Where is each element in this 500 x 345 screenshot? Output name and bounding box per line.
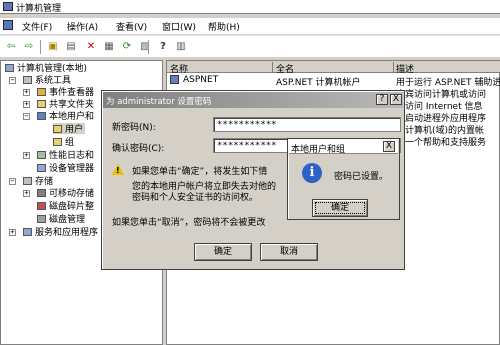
- performance-icon: [37, 150, 46, 159]
- tree-groups[interactable]: 组: [53, 136, 75, 148]
- tree-disk-management[interactable]: 磁盘管理: [37, 213, 86, 225]
- system-menu-icon[interactable]: [3, 20, 13, 30]
- tree-system-tools[interactable]: 系统工具: [23, 74, 71, 86]
- column-fullname[interactable]: 全名: [276, 62, 394, 75]
- expand-toggle[interactable]: +: [23, 190, 30, 197]
- column-description[interactable]: 描述: [396, 62, 500, 75]
- computer-management-window: 计算机管理 文件(F) 操作(A) 查看(V) 窗口(W) 帮助(H) ⇦ ⇨ …: [0, 0, 500, 345]
- confirm-password-label: 确认密码(C):: [112, 144, 165, 154]
- cancel-button[interactable]: 取消: [260, 243, 318, 261]
- set-password-dialog-title: 为 administrator 设置密码: [106, 97, 212, 107]
- menu-action[interactable]: 操作(A): [67, 20, 98, 33]
- disk-management-icon: [37, 214, 46, 223]
- export-icon[interactable]: ▧: [138, 40, 152, 53]
- expand-toggle[interactable]: +: [23, 89, 30, 96]
- tree-disk-management-label: 磁盘管理: [49, 215, 86, 225]
- menu-file[interactable]: 文件(F): [22, 20, 52, 33]
- message-box: 本地用户和组 X i 密码已设置。 确定: [287, 138, 400, 220]
- tree-users-label: 用户: [65, 125, 84, 135]
- view-icon[interactable]: ▥: [174, 40, 188, 53]
- up-icon[interactable]: ▣: [46, 40, 60, 53]
- tree-removable-storage-label: 可移动存储: [49, 189, 95, 199]
- computer-management-icon: [3, 2, 13, 11]
- message-box-titlebar: 本地用户和组 X: [289, 140, 398, 155]
- device-manager-icon: [37, 163, 46, 172]
- show-tree-icon[interactable]: ▤: [64, 40, 78, 53]
- toolbar-separator: [40, 40, 41, 54]
- column-name[interactable]: 名称: [170, 62, 273, 75]
- tree-local-users-groups-label: 本地用户和: [49, 112, 95, 122]
- new-password-label: 新密码(N):: [112, 123, 156, 133]
- menu-help[interactable]: 帮助(H): [208, 20, 240, 33]
- folder-icon: [53, 124, 62, 133]
- row-description: 是一个帮助和支持服务: [396, 138, 487, 148]
- services-icon: [23, 227, 32, 236]
- tree-root[interactable]: 计算机管理(本地): [5, 62, 87, 74]
- window-title: 计算机管理: [16, 4, 62, 14]
- collapse-toggle[interactable]: −: [9, 178, 16, 185]
- warning-text-line1: 如果您单击“确定”，将发生如下情: [132, 167, 268, 177]
- refresh-icon[interactable]: ⟳: [120, 40, 134, 53]
- message-box-title: 本地用户和组: [291, 145, 346, 155]
- new-password-field[interactable]: ***********: [213, 117, 401, 132]
- tree-shared-folders[interactable]: 共享文件夹: [37, 98, 94, 110]
- forward-icon[interactable]: ⇨: [22, 40, 36, 53]
- warning-text-line3: 密码和个人安全证书的访问权。: [132, 193, 259, 203]
- menu-window[interactable]: 窗口(W): [162, 20, 196, 33]
- tree-storage[interactable]: 存储: [23, 175, 53, 187]
- back-icon[interactable]: ⇦: [4, 40, 18, 53]
- tree-services-apps[interactable]: 服务和应用程序: [23, 226, 99, 238]
- menu-bar: 文件(F) 操作(A) 查看(V) 窗口(W) 帮助(H): [0, 18, 500, 34]
- expand-toggle[interactable]: +: [23, 152, 30, 159]
- expand-toggle[interactable]: +: [9, 229, 16, 236]
- help-icon[interactable]: ?: [156, 40, 170, 53]
- set-password-dialog-titlebar: 为 administrator 设置密码 ? X: [103, 92, 403, 108]
- collapse-toggle[interactable]: −: [23, 113, 30, 120]
- ok-button[interactable]: 确定: [194, 243, 252, 261]
- tools-icon: [23, 75, 32, 84]
- tree-users[interactable]: 用户: [53, 123, 86, 135]
- tree-perf-logs[interactable]: 性能日志和: [37, 149, 95, 161]
- toolbar: ⇦ ⇨ ▣ ▤ ✕ ▦ ⟳ ▧ ? ▥: [0, 35, 500, 57]
- message-text: 密码已设置。: [334, 172, 389, 182]
- delete-icon[interactable]: ✕: [84, 40, 98, 53]
- close-button[interactable]: X: [390, 94, 402, 105]
- event-viewer-icon: [37, 87, 46, 96]
- list-header: 名称 全名 描述: [167, 61, 500, 75]
- tree-device-manager[interactable]: 设备管理器: [37, 162, 95, 174]
- tree-groups-label: 组: [65, 138, 75, 148]
- tree-defrag-label: 磁盘碎片整: [49, 202, 95, 212]
- cancel-note: 如果您单击“取消”，密码将不会被更改: [112, 218, 266, 228]
- folder-icon: [53, 137, 62, 146]
- tree-removable-storage[interactable]: 可移动存储: [37, 187, 95, 199]
- storage-icon: [23, 176, 32, 185]
- toolbar-separator: [148, 40, 149, 54]
- menu-view[interactable]: 查看(V): [116, 20, 147, 33]
- list-row[interactable]: ASPNET ASP.NET 计算机帐户 用于运行 ASP.NET 辅助进: [167, 75, 500, 88]
- title-bar: 计算机管理: [0, 0, 500, 14]
- shared-folder-icon: [37, 99, 46, 108]
- help-button[interactable]: ?: [376, 94, 388, 105]
- tree-services-apps-label: 服务和应用程序: [35, 228, 99, 238]
- tree-defrag[interactable]: 磁盘碎片整: [37, 200, 95, 212]
- row-name: ASPNET: [183, 75, 219, 85]
- info-icon: i: [302, 163, 322, 183]
- removable-storage-icon: [37, 188, 46, 197]
- users-groups-icon: [37, 111, 46, 120]
- defrag-icon: [37, 201, 46, 210]
- computer-icon: [5, 63, 14, 72]
- message-ok-button[interactable]: 确定: [312, 199, 368, 217]
- warning-icon: !: [112, 164, 124, 175]
- tree-perf-logs-label: 性能日志和: [49, 151, 95, 161]
- expand-toggle[interactable]: +: [23, 101, 30, 108]
- tree-local-users-groups[interactable]: 本地用户和: [37, 110, 95, 122]
- user-icon: [170, 75, 179, 84]
- message-box-close-button[interactable]: X: [383, 141, 395, 152]
- properties-icon[interactable]: ▦: [102, 40, 116, 53]
- tree-event-viewer[interactable]: 事件查看器: [37, 86, 94, 98]
- tree-device-manager-label: 设备管理器: [49, 164, 95, 174]
- collapse-toggle[interactable]: −: [9, 77, 16, 84]
